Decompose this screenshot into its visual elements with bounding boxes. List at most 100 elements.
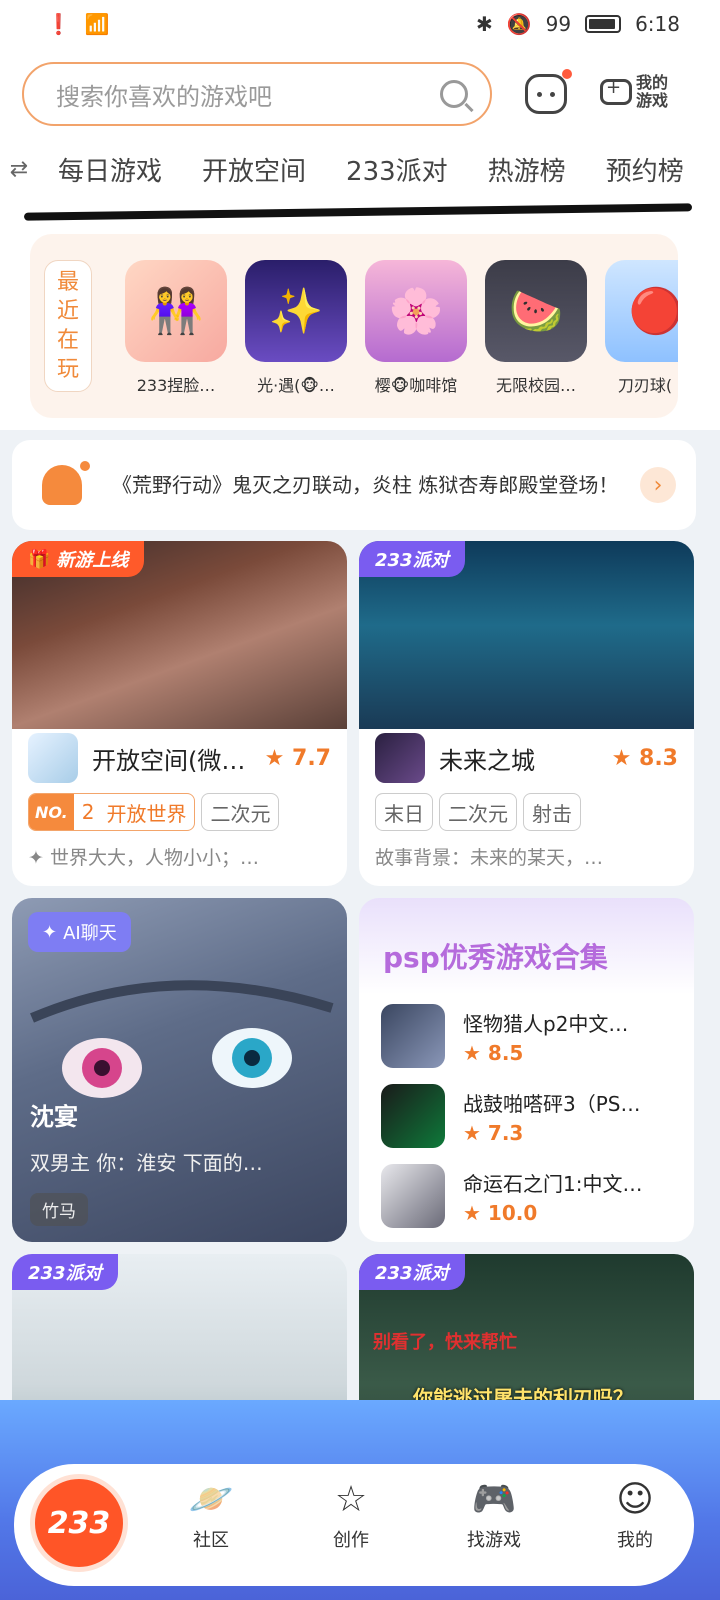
tab-233-party[interactable]: 233派对 — [326, 151, 468, 188]
game-card-future-city[interactable]: 233派对 未来之城 ★ 8.3 末日 二次元 射击 故事背景：未来的某天，… — [359, 541, 694, 886]
rating: ★ 10.0 — [463, 1200, 538, 1225]
psp-collection-card[interactable]: psp优秀游戏合集 怪物猎人p2中文… ★ 8.5 战鼓啪嗒砰3（PS… ★ 7… — [359, 898, 694, 1242]
badge-label: 新游上线 — [56, 550, 129, 571]
recent-label: 最近在玩 — [44, 260, 92, 392]
profile-icon: ☺ — [616, 1479, 654, 1520]
recent-game[interactable]: ✨ 光·遇(🐵… — [245, 260, 347, 396]
gift-icon: 🎁 — [28, 548, 51, 570]
announcement-banner[interactable]: 《荒野行动》鬼灭之刃联动，炎柱 炼狱杏寿郎殿堂登场！ › — [12, 440, 696, 530]
party-badge: 233派对 — [359, 541, 465, 577]
nav-label: 我的 — [617, 1530, 653, 1551]
recent-games-list: 👭 233捏脸… ✨ 光·遇(🐵… 🌸 樱🐵咖啡馆 🍉 无限校园… 🔴 刀刃球( — [125, 260, 678, 396]
search-input[interactable]: 搜索你喜欢的游戏吧 — [22, 62, 492, 126]
sparkle-icon: ✦ — [42, 921, 58, 943]
tag-chip[interactable]: 末日 — [375, 793, 433, 831]
tag-chip[interactable]: 二次元 — [201, 793, 280, 831]
cover-caption: 别看了，快来帮忙 — [373, 1332, 517, 1353]
party-badge: 233派对 — [359, 1254, 465, 1290]
game-icon: 🌸 — [365, 260, 467, 362]
battery-percent: 99 — [545, 12, 572, 36]
wifi-icon: 📶 — [84, 12, 110, 36]
character-tag: 竹马 — [30, 1193, 88, 1226]
category-tabs: ⇄ 每日游戏 开放空间 233派对 热游榜 预约榜 — [0, 144, 720, 194]
rating-value: 8.3 — [639, 745, 678, 771]
rating: ★ 8.3 — [611, 745, 678, 771]
recent-game[interactable]: 🍉 无限校园… — [485, 260, 587, 396]
tag-chip[interactable]: 二次元 — [439, 793, 517, 831]
battery-icon — [585, 15, 622, 33]
recent-section: 最近在玩 👭 233捏脸… ✨ 光·遇(🐵… 🌸 樱🐵咖啡馆 🍉 无限校园… 🔴 — [0, 230, 720, 430]
search-icon[interactable] — [440, 80, 468, 108]
collection-item-name: 怪物猎人p2中文… — [463, 1011, 629, 1036]
game-cover: 🎁 新游上线 — [12, 541, 347, 729]
announcement-text: 《荒野行动》鬼灭之刃联动，炎柱 炼狱杏寿郎殿堂登场！ — [112, 473, 619, 497]
chevron-right-icon[interactable]: › — [640, 467, 676, 503]
rating-value: 7.3 — [487, 1120, 524, 1145]
nav-profile[interactable]: ☺ 我的 — [590, 1478, 680, 1552]
tab-daily-games[interactable]: 每日游戏 — [38, 151, 182, 188]
game-icon — [381, 1084, 445, 1148]
message-icon — [537, 91, 542, 97]
ai-badge-label: AI聊天 — [63, 923, 117, 944]
nav-label: 社区 — [193, 1530, 229, 1551]
nav-create[interactable]: ☆ 创作 — [306, 1478, 396, 1552]
rank-badge: NO. — [29, 794, 74, 830]
description-text: 世界大大，人物小小；… — [49, 847, 259, 869]
game-icon: ✨ — [245, 260, 347, 362]
collection-item-name: 命运石之门1:中文… — [463, 1171, 643, 1196]
game-icon: 👭 — [125, 260, 227, 362]
recent-game-name: 光·遇(🐵… — [257, 376, 335, 395]
search-placeholder: 搜索你喜欢的游戏吧 — [56, 82, 272, 111]
planet-icon: 🪐 — [188, 1479, 234, 1520]
rank-number: 2 — [81, 800, 95, 824]
rank-chip[interactable]: NO. 2 开放世界 — [28, 793, 196, 831]
nav-find-games[interactable]: 🎮 找游戏 — [449, 1478, 539, 1552]
recent-game-name: 无限校园… — [495, 376, 576, 395]
game-icon: 🍉 — [485, 260, 587, 362]
game-avatar — [375, 733, 425, 783]
ai-chat-card[interactable]: ✦ AI聊天 沈宴 双男主 你：淮安 下面的… 竹马 — [12, 898, 347, 1242]
collection-item-name: 战鼓啪嗒砰3（PS… — [463, 1091, 641, 1116]
collection-item[interactable]: 命运石之门1:中文… ★ 10.0 — [381, 1156, 681, 1236]
rating-value: 10.0 — [487, 1200, 538, 1225]
rating: ★ 8.5 — [463, 1040, 524, 1065]
gamepad-icon: 🎮 — [471, 1479, 517, 1520]
recent-game[interactable]: 👭 233捏脸… — [125, 260, 227, 396]
collection-item[interactable]: 怪物猎人p2中文… ★ 8.5 — [381, 996, 681, 1076]
character-description: 双男主 你：淮安 下面的… — [30, 1151, 263, 1175]
game-icon — [381, 1004, 445, 1068]
message-button[interactable] — [525, 69, 572, 114]
new-game-badge: 🎁 新游上线 — [12, 541, 145, 577]
game-description: ✦ 世界大大，人物小小；… — [28, 847, 259, 869]
rating-value: 7.7 — [292, 745, 331, 771]
game-card-open-space[interactable]: 🎁 新游上线 开放空间(微… ★ 7.7 NO. 2 开放世界 二次元 ✦ 世界… — [12, 541, 347, 886]
game-description: 故事背景：未来的某天，… — [375, 847, 604, 869]
game-title: 开放空间(微… — [92, 746, 246, 775]
character-name: 沈宴 — [30, 1103, 78, 1131]
my-games-button[interactable]: 我的游戏 — [600, 74, 676, 110]
top-header: 搜索你喜欢的游戏吧 我的游戏 ⇄ 每日游戏 开放空间 233派对 热游榜 预约榜 — [0, 48, 720, 230]
home-button[interactable]: 233 — [30, 1474, 128, 1572]
tab-hot-games[interactable]: 热游榜 — [468, 151, 586, 188]
tab-open-space[interactable]: 开放空间 — [182, 151, 326, 188]
nav-community[interactable]: 🪐 社区 — [166, 1478, 256, 1552]
rank-label: 开放世界 — [106, 801, 187, 826]
game-cover: 233派对 — [359, 541, 694, 729]
ai-chat-badge: ✦ AI聊天 — [28, 912, 131, 952]
recent-played-panel: 最近在玩 👭 233捏脸… ✨ 光·遇(🐵… 🌸 樱🐵咖啡馆 🍉 无限校园… 🔴 — [30, 234, 678, 418]
recent-game[interactable]: 🌸 樱🐵咖啡馆 — [365, 260, 467, 396]
game-icon — [381, 1164, 445, 1228]
tab-indicator — [23, 203, 693, 221]
tab-switch-icon[interactable]: ⇄ — [0, 157, 38, 182]
recent-game[interactable]: 🔴 刀刃球( — [605, 260, 678, 396]
tab-reservation[interactable]: 预约榜 — [586, 151, 704, 188]
notification-dot — [562, 69, 572, 79]
collection-list: 怪物猎人p2中文… ★ 8.5 战鼓啪嗒砰3（PS… ★ 7.3 命运石之门1:… — [381, 996, 681, 1236]
tag-chip[interactable]: 射击 — [523, 793, 581, 831]
rating-value: 8.5 — [487, 1040, 524, 1065]
bell-icon — [42, 461, 90, 505]
bottom-navigation: 233 🪐 社区 ☆ 创作 🎮 找游戏 ☺ 我的 — [14, 1464, 694, 1586]
recent-label-text: 最近在玩 — [56, 270, 79, 382]
recent-game-name: 233捏脸… — [136, 376, 216, 395]
collection-item[interactable]: 战鼓啪嗒砰3（PS… ★ 7.3 — [381, 1076, 681, 1156]
